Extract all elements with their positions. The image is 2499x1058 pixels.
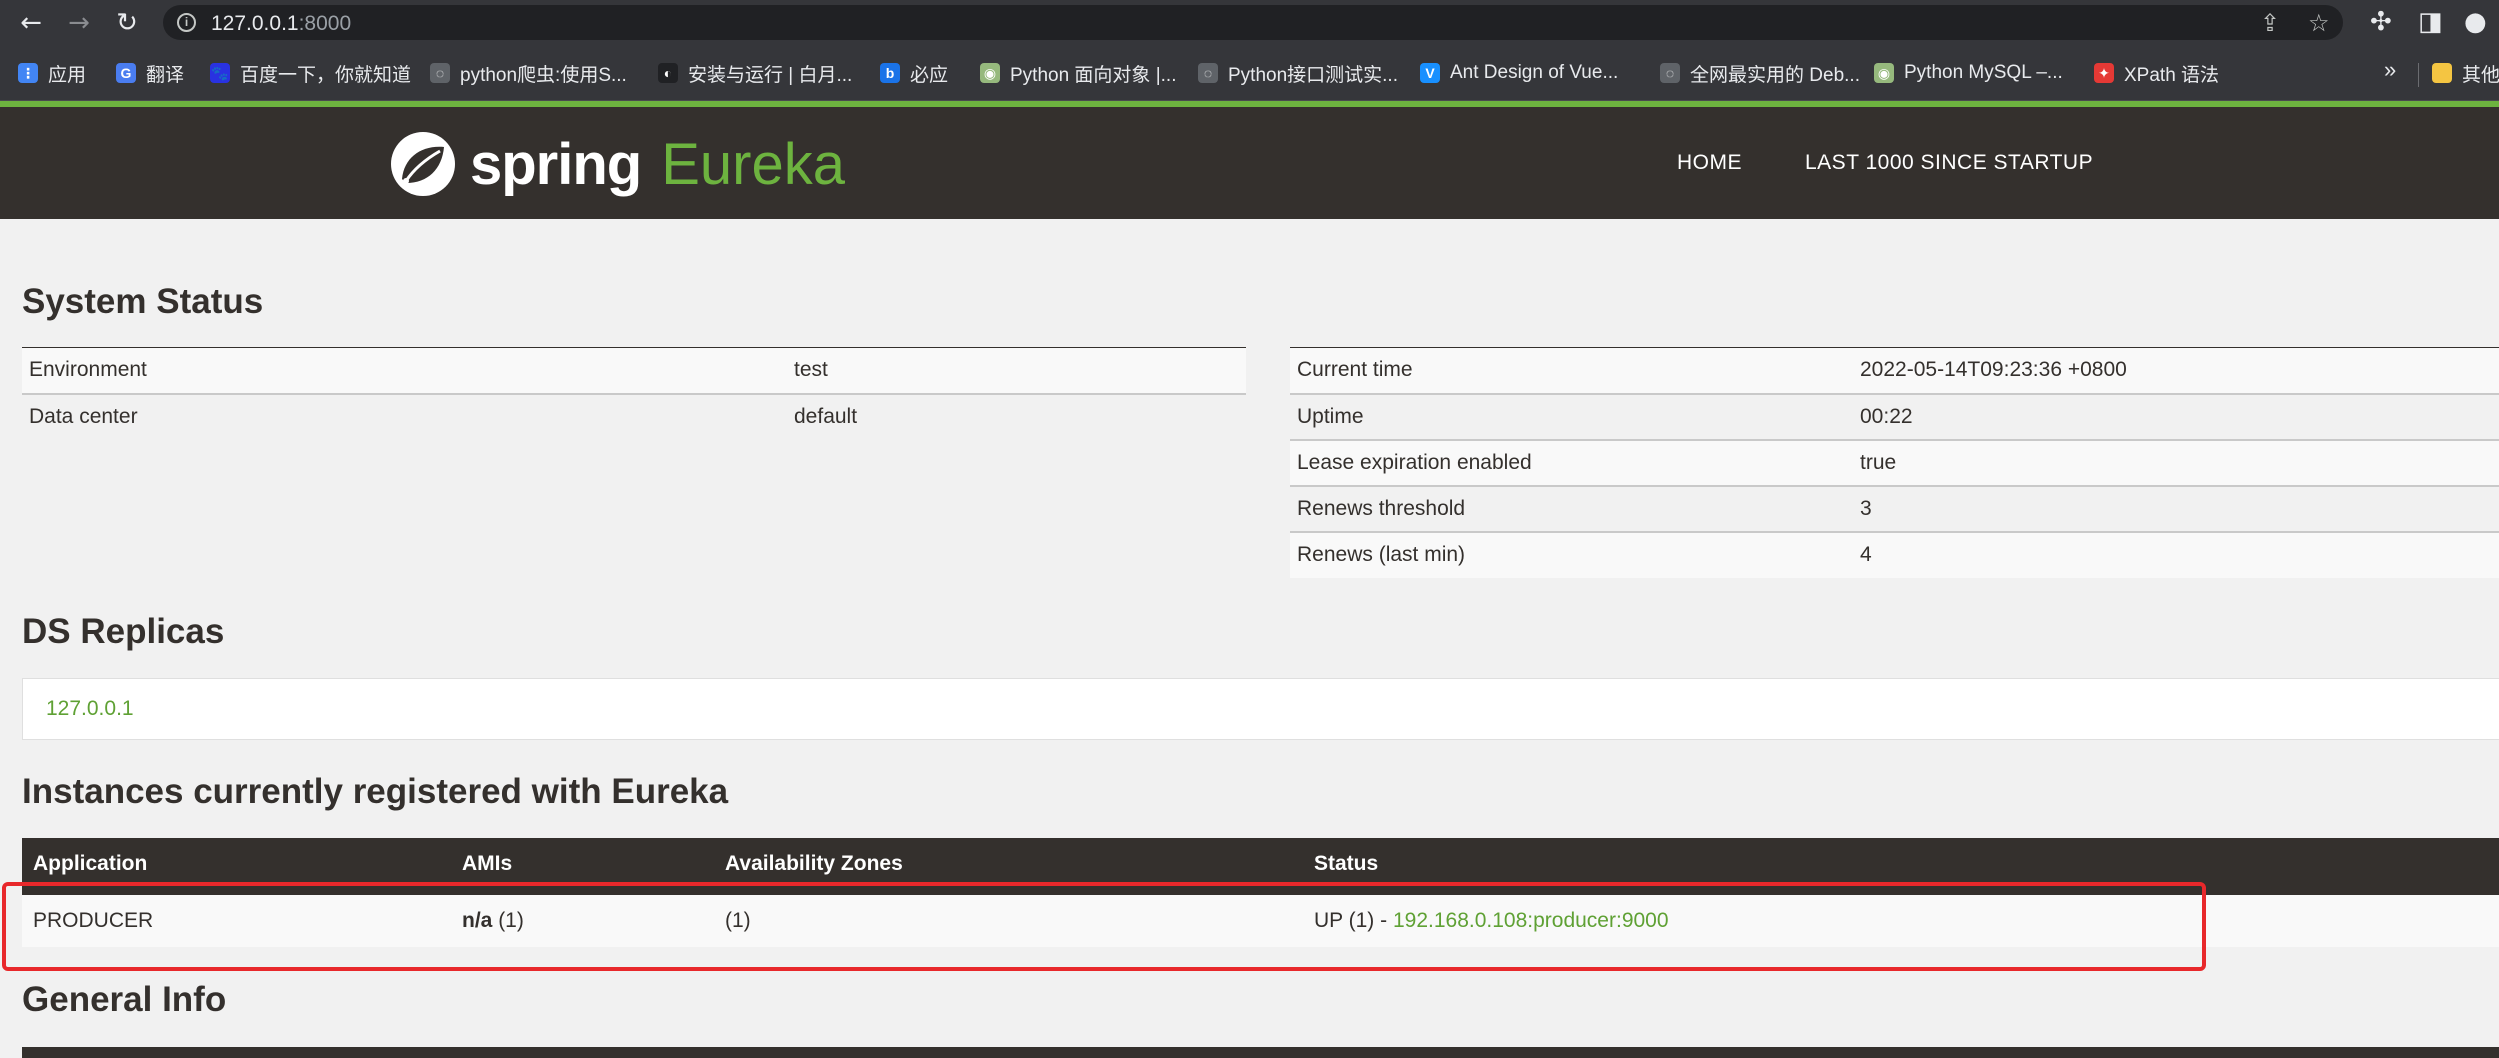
- bookmark-label: 全网最实用的 Deb...: [1690, 64, 1860, 86]
- status-label: Current time: [1290, 347, 1853, 394]
- site-icon: ◐: [658, 63, 678, 83]
- reload-icon[interactable]: ↻: [112, 8, 142, 38]
- status-value: test: [787, 347, 1246, 394]
- status-label: Lease expiration enabled: [1290, 438, 1853, 486]
- bookmark-label: 应用: [48, 64, 87, 86]
- general-info-heading: General Info: [22, 980, 227, 1019]
- column-header-zones: Availability Zones: [725, 852, 903, 875]
- logo-spring-text: spring: [470, 131, 642, 197]
- bookmark-label: 必应: [910, 64, 949, 86]
- runoob-icon: ◉: [980, 63, 1000, 83]
- share-icon[interactable]: ⇪: [2260, 9, 2280, 37]
- bookmark-label: Python接口测试实...: [1228, 64, 1398, 86]
- address-bar[interactable]: i 127.0.0.1:8000 ⇪ ☆: [163, 5, 2343, 40]
- highlight-box: [2, 882, 2206, 971]
- bookmark-item[interactable]: V Ant Design of Vue...: [1420, 59, 1618, 87]
- baidu-icon: 🐾: [210, 63, 230, 83]
- status-value: 4: [1853, 530, 2499, 578]
- table-row: Uptime 00:22: [1290, 392, 2499, 440]
- bookmark-label: Python MySQL –...: [1904, 62, 2063, 83]
- column-header-status: Status: [1314, 852, 1379, 875]
- bookmarks-divider: [2418, 63, 2419, 87]
- column-header-amis: AMIs: [462, 852, 513, 875]
- bookmarks-overflow-button[interactable]: »: [2384, 57, 2396, 83]
- back-arrow-icon[interactable]: ←: [16, 8, 46, 38]
- system-status-heading: System Status: [22, 282, 264, 321]
- bookmark-label: XPath 语法: [2124, 64, 2220, 86]
- table-row: Renews (last min) 4: [1290, 530, 2499, 578]
- table-row: Current time 2022-05-14T09:23:36 +0800: [1290, 347, 2499, 394]
- replica-link[interactable]: 127.0.0.1: [46, 697, 134, 721]
- forward-arrow-icon[interactable]: →: [64, 8, 94, 38]
- bookmark-label: 安装与运行 | 白月...: [688, 64, 853, 86]
- bookmark-item[interactable]: ◉ Python MySQL –...: [1874, 59, 2063, 87]
- bookmark-label: Ant Design of Vue...: [1450, 62, 1619, 83]
- bookmark-item[interactable]: ◐ 安装与运行 | 白月...: [658, 59, 852, 87]
- translate-icon: G: [116, 63, 136, 83]
- browser-toolbar: ← → ↻ i 127.0.0.1:8000 ⇪ ☆ ✣ ◨ ●: [0, 0, 2499, 45]
- logo-eureka-text: Eureka: [661, 131, 846, 197]
- status-value: default: [787, 392, 1246, 440]
- status-label: Renews (last min): [1290, 530, 1853, 578]
- url-host: 127.0.0.1: [211, 12, 299, 35]
- column-header-application: Application: [33, 852, 148, 875]
- runoob-icon: ◉: [1874, 63, 1894, 83]
- bookmark-item[interactable]: ◉ Python 面向对象 |...: [980, 59, 1176, 87]
- bookmark-item[interactable]: 🐾 百度一下，你就知道: [210, 59, 411, 87]
- status-label: Data center: [22, 392, 787, 440]
- info-icon[interactable]: i: [177, 13, 196, 32]
- table-row: Lease expiration enabled true: [1290, 438, 2499, 486]
- bookmark-item[interactable]: ◌ 全网最实用的 Deb...: [1660, 59, 1860, 87]
- spring-eureka-logo[interactable]: spring Eureka: [388, 121, 845, 207]
- general-info-table-header: [22, 1047, 2499, 1058]
- bookmark-item[interactable]: ✦ XPath 语法: [2094, 59, 2219, 87]
- ds-replicas-heading: DS Replicas: [22, 612, 225, 651]
- top-navbar: spring Eureka HOME LAST 1000 SINCE START…: [0, 107, 2499, 219]
- status-value: 00:22: [1853, 392, 2499, 440]
- apps-grid-icon: ⋮: [18, 63, 38, 83]
- globe-icon: ◌: [1660, 63, 1680, 83]
- url-port: :8000: [298, 12, 352, 35]
- folder-icon: [2432, 63, 2452, 83]
- other-bookmarks-folder[interactable]: 其他: [2432, 59, 2499, 87]
- w3-icon: ✦: [2094, 63, 2114, 83]
- bookmark-item[interactable]: ◌ Python接口测试实...: [1198, 59, 1398, 87]
- status-label: Environment: [22, 347, 787, 394]
- globe-icon: ◌: [1198, 63, 1218, 83]
- bookmark-label: 百度一下，你就知道: [240, 64, 412, 86]
- system-status-right-table: Current time 2022-05-14T09:23:36 +0800 Upt…: [1290, 347, 2499, 578]
- status-label: Uptime: [1290, 392, 1853, 440]
- bookmark-item[interactable]: b 必应: [880, 59, 948, 87]
- ds-replicas-panel: 127.0.0.1: [22, 678, 2499, 740]
- bing-icon: b: [880, 63, 900, 83]
- globe-icon: ◌: [430, 63, 450, 83]
- table-row: Data center default: [22, 392, 1246, 440]
- status-value: 3: [1853, 484, 2499, 532]
- extensions-icon[interactable]: ✣: [2370, 7, 2392, 37]
- bookmarks-bar: ⋮ 应用 G 翻译 🐾 百度一下，你就知道 ◌ python爬虫:使用S... ◐ 安装与运行 |…: [0, 45, 2499, 101]
- bookmark-item[interactable]: ⋮ 应用: [18, 59, 86, 87]
- system-status-left-table: Environment test Data center default: [22, 347, 1246, 440]
- nav-home-link[interactable]: HOME: [1677, 151, 1742, 175]
- profile-icon[interactable]: ●: [2464, 7, 2487, 37]
- url-text[interactable]: 127.0.0.1:8000: [211, 12, 351, 36]
- table-row: Environment test: [22, 347, 1246, 394]
- status-value: 2022-05-14T09:23:36 +0800: [1853, 347, 2499, 394]
- bookmark-label: Python 面向对象 |...: [1010, 64, 1177, 86]
- star-icon[interactable]: ☆: [2308, 9, 2330, 37]
- table-row: Renews threshold 3: [1290, 484, 2499, 532]
- bookmark-label: 翻译: [146, 64, 185, 86]
- status-value: true: [1853, 438, 2499, 486]
- sidebar-icon[interactable]: ◨: [2418, 7, 2443, 37]
- nav-last-1000-link[interactable]: LAST 1000 SINCE STARTUP: [1805, 151, 2093, 175]
- antd-icon: V: [1420, 63, 1440, 83]
- instances-heading: Instances currently registered with Eure…: [22, 772, 729, 811]
- status-label: Renews threshold: [1290, 484, 1853, 532]
- bookmark-item[interactable]: ◌ python爬虫:使用S...: [430, 59, 627, 87]
- bookmark-label: python爬虫:使用S...: [460, 64, 627, 86]
- other-bookmarks-label: 其他: [2462, 64, 2499, 86]
- spring-leaf-icon: [391, 132, 455, 196]
- bookmark-item[interactable]: G 翻译: [116, 59, 184, 87]
